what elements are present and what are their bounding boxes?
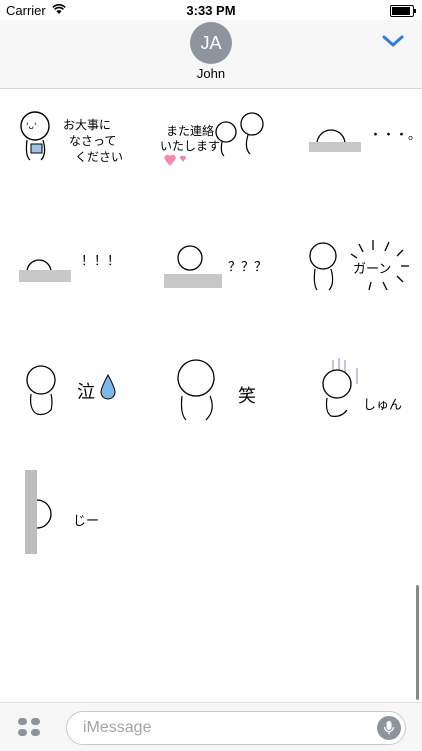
sticker-caption: 泣 [77, 382, 95, 402]
message-input-bar [0, 702, 422, 751]
sticker-caption-1: お大事に [63, 118, 112, 132]
sticker-caption: ？？？ [228, 259, 268, 274]
message-field[interactable] [66, 711, 406, 745]
characters-icon [215, 112, 264, 157]
clock: 3:33 PM [186, 3, 236, 18]
sticker-grid: 'ᴗ' お大事に なさって ください また連絡 いたします ・・・。 ！！！ ？… [0, 90, 422, 690]
character-icon [309, 242, 337, 291]
character-icon [322, 358, 358, 417]
wall-peek-icon [25, 470, 52, 554]
sticker-caption: ガーン [353, 261, 392, 276]
sticker-cry[interactable]: 泣 [15, 358, 125, 438]
peeking-character-icon [164, 245, 222, 288]
tear-drop-icon [100, 374, 116, 400]
conversation-header: JA John [0, 20, 422, 89]
sticker-caption-2: なさって [69, 134, 117, 148]
avatar[interactable]: JA [190, 22, 232, 64]
sticker-exclaim[interactable]: ！！！ [15, 238, 125, 318]
character-icon [177, 359, 215, 421]
sticker-sad[interactable]: しゅん [305, 358, 415, 438]
peeking-character-icon [309, 129, 361, 152]
character-icon: 'ᴗ' [20, 111, 50, 161]
svg-text:'ᴗ': 'ᴗ' [26, 122, 36, 132]
sticker-caption: 笑 [238, 386, 256, 406]
sticker-caption: ！！！ [81, 253, 121, 268]
sticker-will-contact[interactable]: また連絡 いたします [160, 108, 270, 188]
message-input[interactable] [81, 718, 365, 738]
sticker-caption-1: また連絡 [166, 124, 215, 138]
sticker-stare[interactable]: じー [15, 470, 125, 554]
sticker-laugh[interactable]: 笑 [160, 358, 270, 438]
sticker-caption: しゅん [363, 397, 403, 412]
heart-icon [164, 154, 187, 166]
battery-icon [390, 5, 416, 17]
peeking-character-icon [19, 259, 71, 282]
chevron-down-icon[interactable] [382, 34, 404, 48]
sticker-shock[interactable]: ガーン [305, 238, 415, 318]
microphone-icon[interactable] [377, 716, 401, 740]
sticker-caption: ・・・。 [369, 127, 422, 142]
status-bar: Carrier 3:33 PM [0, 0, 422, 20]
scrollbar[interactable] [416, 585, 419, 700]
sticker-caption-3: ください [75, 150, 124, 164]
battery-fill [392, 7, 410, 15]
contact-name[interactable]: John [0, 66, 422, 81]
sticker-question[interactable]: ？？？ [160, 238, 270, 318]
sticker-get-well[interactable]: 'ᴗ' お大事に なさって ください [15, 108, 125, 188]
sticker-caption-2: いたします [160, 139, 221, 153]
character-icon [26, 365, 56, 416]
app-drawer-icon[interactable] [17, 717, 41, 737]
sticker-ellipsis[interactable]: ・・・。 [305, 108, 421, 188]
sticker-caption: じー [73, 513, 100, 528]
